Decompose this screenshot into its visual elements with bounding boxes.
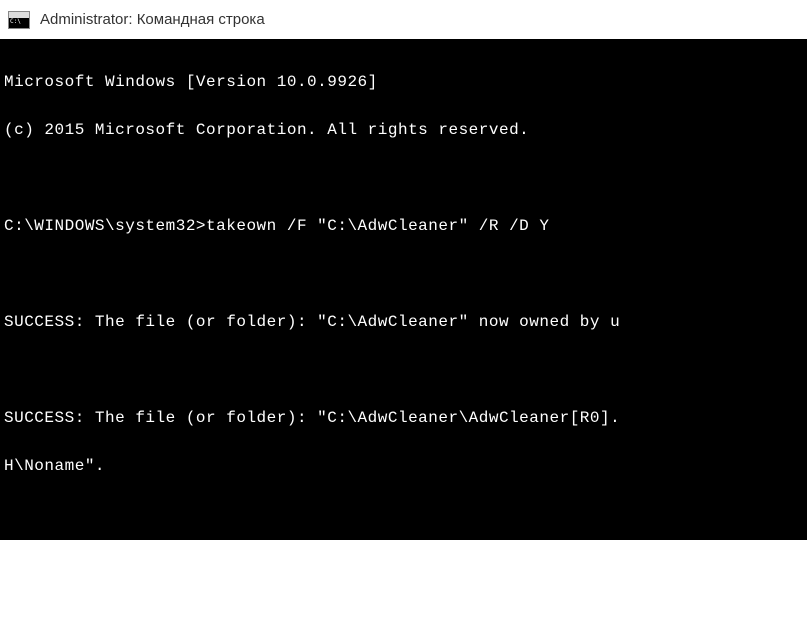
window-title: Administrator: Командная строка	[40, 11, 265, 28]
blank-line	[4, 358, 803, 382]
output-line: SUCCESS: The file (or folder): "C:\AdwCl…	[4, 406, 803, 430]
blank-line	[4, 166, 803, 190]
terminal-area[interactable]: Microsoft Windows [Version 10.0.9926] (c…	[0, 40, 807, 540]
blank-line	[4, 502, 803, 526]
blank-line	[4, 262, 803, 286]
output-line: Microsoft Windows [Version 10.0.9926]	[4, 70, 803, 94]
output-line: H\Noname".	[4, 454, 803, 478]
command-line: C:\WINDOWS\system32>takeown /F "C:\AdwCl…	[4, 214, 803, 238]
output-line: SUCCESS: The file (or folder): "C:\AdwCl…	[4, 310, 803, 334]
cmd-icon	[8, 11, 30, 29]
titlebar[interactable]: Administrator: Командная строка	[0, 0, 807, 40]
output-line: (c) 2015 Microsoft Corporation. All righ…	[4, 118, 803, 142]
